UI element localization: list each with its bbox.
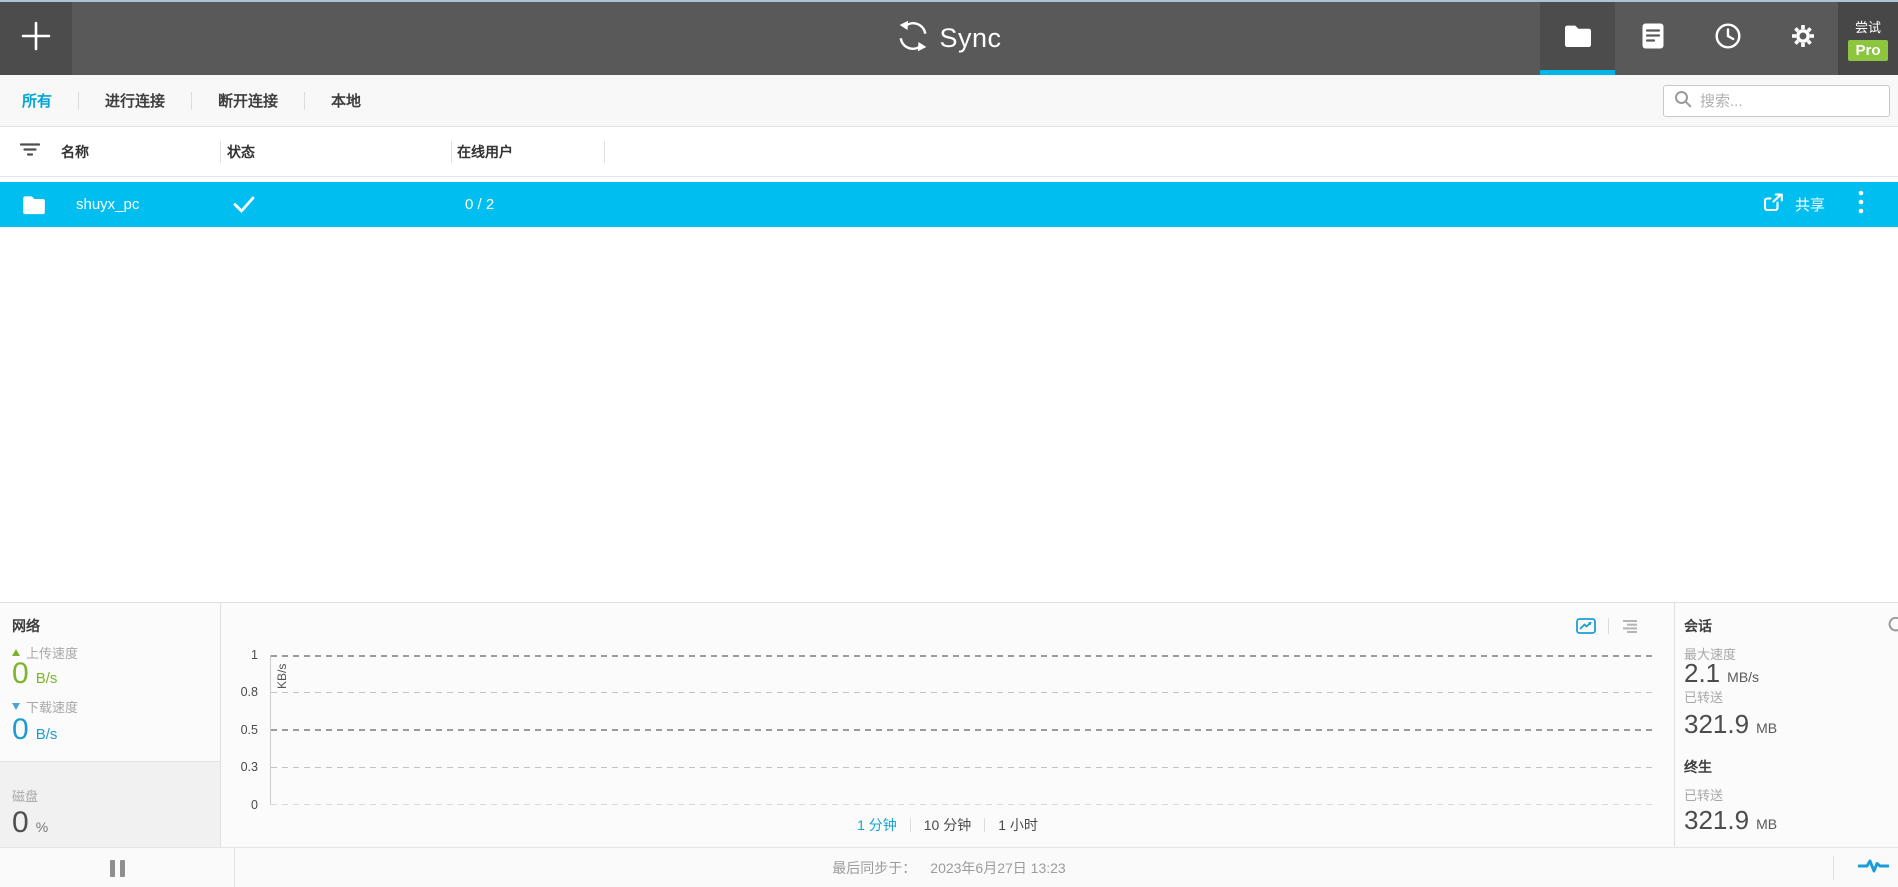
table-row-shuyx-pc[interactable]: shuyx_pc 0 / 2 共享	[0, 182, 1898, 227]
tab-all[interactable]: 所有	[22, 90, 52, 111]
sync-app-window: Sync	[0, 0, 1898, 887]
session-panel: 会话 最大速度 2.1 MB/s 已转送 321.9 MB 终生 已转送 321…	[1674, 603, 1898, 848]
lifetime-transferred-label: 已转送	[1684, 785, 1723, 804]
list-icon[interactable]	[1621, 619, 1639, 633]
y-axis-tick: 1	[228, 646, 258, 664]
pulse-icon	[1858, 857, 1889, 879]
lifetime-transferred-value: 321.9 MB	[1684, 807, 1777, 833]
sync-arrows-icon	[896, 19, 930, 58]
view-separator	[1608, 618, 1609, 634]
range-separator	[984, 818, 985, 832]
column-separator	[604, 141, 605, 163]
trial-label: 尝试	[1855, 17, 1881, 36]
last-sync-value: 2023年6月27日 13:23	[930, 858, 1065, 878]
history-clock-icon	[1714, 22, 1742, 55]
column-header-status[interactable]: 状态	[227, 127, 255, 177]
tab-separator	[78, 92, 79, 110]
up-triangle-icon	[12, 649, 20, 656]
disk-label: 磁盘	[12, 786, 220, 805]
document-icon	[1641, 22, 1665, 55]
range-separator	[910, 818, 911, 832]
filter-button[interactable]	[20, 127, 40, 177]
share-button[interactable]: 共享	[1763, 182, 1825, 227]
footer-separator	[1833, 856, 1834, 880]
lifetime-title: 终生	[1684, 757, 1712, 777]
y-axis-tick: 0.8	[228, 683, 258, 701]
column-separator	[451, 141, 452, 163]
time-range-switch: 1 分钟 10 分钟 1 小时	[221, 815, 1674, 835]
column-header-name[interactable]: 名称	[61, 127, 89, 177]
gridline-1	[271, 655, 1656, 657]
range-1-hour[interactable]: 1 小时	[998, 815, 1038, 835]
gridline-0	[271, 804, 1656, 805]
kebab-menu-icon	[1858, 190, 1864, 219]
folder-icon	[1564, 24, 1592, 53]
network-title: 网络	[12, 616, 40, 636]
last-sync-label: 最后同步于：	[832, 858, 916, 878]
session-transferred-value: 321.9 MB	[1684, 711, 1777, 737]
filter-icon	[20, 142, 40, 162]
column-separator	[220, 141, 221, 163]
disk-panel: 磁盘 0 %	[0, 761, 220, 848]
table-header: 名称 状态 在线用户	[0, 127, 1898, 177]
tab-local[interactable]: 本地	[331, 90, 361, 111]
gridline-0.8	[271, 692, 1656, 693]
tab-separator	[304, 92, 305, 110]
statistics-section: 网络 上传速度 0 B/s 下载速度 0 B/s 磁盘 0 %	[0, 602, 1898, 847]
app-title: Sync	[939, 23, 1001, 54]
disk-value: 0 %	[12, 808, 220, 838]
speed-chart-plot	[270, 655, 1656, 805]
status-bar: 最后同步于： 2023年6月27日 13:23	[0, 847, 1898, 887]
down-triangle-icon	[12, 703, 20, 710]
activity-button[interactable]	[1858, 848, 1889, 887]
folder-icon	[22, 182, 46, 227]
range-10-minutes[interactable]: 10 分钟	[924, 815, 971, 835]
y-axis-tick: 0.5	[228, 721, 258, 739]
folder-name: shuyx_pc	[76, 182, 139, 227]
refresh-icon[interactable]	[1887, 617, 1898, 639]
plus-icon	[20, 20, 52, 57]
session-title: 会话	[1684, 616, 1712, 636]
tab-separator	[191, 92, 192, 110]
filter-tabs: 所有 进行连接 断开连接 本地	[22, 90, 361, 111]
share-button-label: 共享	[1795, 194, 1825, 215]
add-folder-button[interactable]	[0, 2, 72, 75]
nav-tab-preferences[interactable]	[1765, 2, 1840, 75]
nav-tab-folders[interactable]	[1540, 2, 1615, 75]
upload-speed-value: 0 B/s	[12, 659, 57, 689]
tab-connecting[interactable]: 进行连接	[105, 90, 165, 111]
pro-badge: Pro	[1848, 40, 1887, 61]
nav-tab-notifications[interactable]	[1615, 2, 1690, 75]
gear-icon	[1789, 22, 1817, 55]
search-icon	[1674, 90, 1692, 113]
row-menu-button[interactable]	[1858, 182, 1864, 227]
session-transferred-label: 已转送	[1684, 687, 1723, 706]
header-bar: Sync	[0, 2, 1898, 75]
upgrade-pro-button[interactable]: 尝试 Pro	[1838, 2, 1898, 75]
max-speed-value: 2.1 MB/s	[1684, 660, 1759, 686]
filter-tab-bar: 所有 进行连接 断开连接 本地	[0, 75, 1898, 127]
speed-chart-panel: 1 0.8 0.5 0.3 0 KB/s 1 分钟 10 分钟 1 小时	[221, 603, 1674, 848]
gridline-0.5	[271, 729, 1656, 731]
y-axis-tick: 0.3	[228, 758, 258, 776]
last-sync-status: 最后同步于： 2023年6月27日 13:23	[0, 848, 1898, 887]
network-panel: 网络 上传速度 0 B/s 下载速度 0 B/s 磁盘 0 %	[0, 603, 221, 848]
search-box	[1663, 85, 1890, 117]
column-header-online-users[interactable]: 在线用户	[457, 127, 513, 177]
line-chart-icon[interactable]	[1576, 618, 1596, 634]
check-icon	[233, 182, 255, 227]
range-1-minute[interactable]: 1 分钟	[857, 815, 897, 835]
nav-tab-history[interactable]	[1690, 2, 1765, 75]
gridline-0.3	[271, 767, 1656, 768]
tab-disconnected[interactable]: 断开连接	[218, 90, 278, 111]
online-users-value: 0 / 2	[465, 182, 494, 227]
download-speed-value: 0 B/s	[12, 715, 57, 745]
share-icon	[1763, 193, 1784, 216]
chart-view-switch	[1576, 618, 1639, 634]
y-axis-tick: 0	[228, 796, 258, 814]
header-nav	[1540, 2, 1840, 75]
search-input[interactable]	[1700, 93, 1870, 110]
